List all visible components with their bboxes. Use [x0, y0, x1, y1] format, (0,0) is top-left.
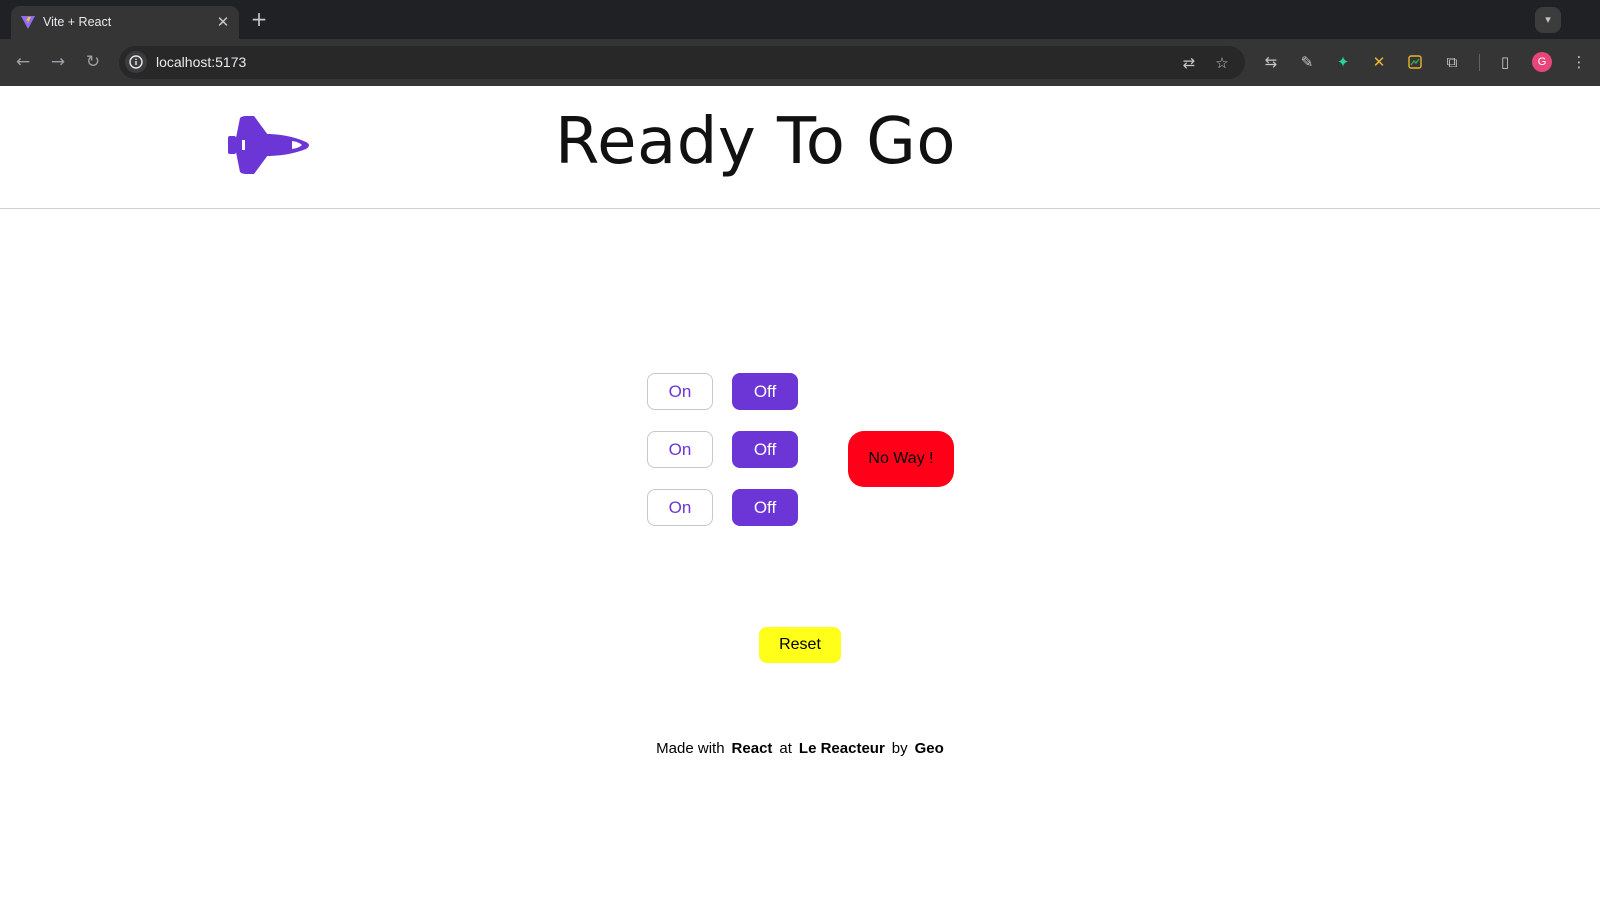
bookmark-star-icon[interactable]: ☆ — [1212, 53, 1232, 73]
page-content: Ready To Go On Off On Off On Off No Way … — [0, 86, 1600, 900]
address-bar[interactable]: localhost:5173 ⇄ ☆ — [119, 46, 1245, 79]
switch-2-off-button[interactable]: Off — [732, 431, 798, 468]
vite-favicon-icon — [21, 16, 35, 29]
extension-gallery-icon[interactable] — [1404, 51, 1426, 73]
profile-avatar[interactable]: G — [1532, 52, 1552, 72]
footer: Made with React at Le Reacteur by Geo — [0, 739, 1600, 759]
extensions-puzzle-icon[interactable]: ⧉ — [1441, 51, 1463, 73]
extension-tool-icon[interactable]: ✦ — [1332, 51, 1354, 73]
tab-groups-icon[interactable]: ⇆ — [1260, 51, 1282, 73]
close-icon[interactable]: ✕ — [214, 13, 232, 31]
switch-3-on-button[interactable]: On — [647, 489, 713, 526]
forward-arrow-icon[interactable]: → — [45, 49, 71, 75]
new-tab-button[interactable]: + — [249, 8, 269, 30]
browser-tab-bar: Vite + React ✕ + ▾ — [0, 0, 1600, 39]
tab-search-chevron-icon[interactable]: ▾ — [1535, 7, 1561, 33]
browser-toolbar: ← → ↻ localhost:5173 ⇄ ☆ ⇆ ✎ ✦ ✕ ⧉ ▯ G ⋮ — [0, 39, 1600, 86]
switch-3-off-button[interactable]: Off — [732, 489, 798, 526]
footer-by: by — [891, 740, 908, 757]
reload-icon[interactable]: ↻ — [80, 49, 106, 75]
switch-1-on-button[interactable]: On — [647, 373, 713, 410]
side-panel-icon[interactable]: ▯ — [1494, 51, 1516, 73]
back-arrow-icon[interactable]: ← — [10, 49, 36, 75]
footer-school: Le Reacteur — [798, 740, 885, 757]
color-picker-icon[interactable]: ✎ — [1296, 51, 1318, 73]
extension-ruler-icon[interactable]: ✕ — [1368, 51, 1390, 73]
site-info-icon[interactable] — [125, 51, 147, 73]
url-text[interactable]: localhost:5173 — [156, 54, 246, 71]
tab-title: Vite + React — [43, 15, 112, 29]
footer-author: Geo — [914, 740, 944, 757]
app-header: Ready To Go — [0, 86, 1600, 209]
switch-2-on-button[interactable]: On — [647, 431, 713, 468]
page-title: Ready To Go — [555, 105, 956, 179]
footer-at: at — [779, 740, 792, 757]
more-menu-icon[interactable]: ⋮ — [1568, 51, 1590, 73]
go-status-button[interactable]: No Way ! — [848, 431, 954, 487]
translate-icon[interactable]: ⇄ — [1179, 53, 1199, 73]
footer-tech: React — [731, 740, 773, 757]
space-shuttle-icon — [228, 116, 309, 174]
browser-tab[interactable]: Vite + React ✕ — [11, 6, 239, 39]
toolbar-divider — [1479, 54, 1480, 71]
switch-1-off-button[interactable]: Off — [732, 373, 798, 410]
reset-button[interactable]: Reset — [759, 627, 841, 663]
footer-made-with: Made with — [656, 740, 725, 757]
